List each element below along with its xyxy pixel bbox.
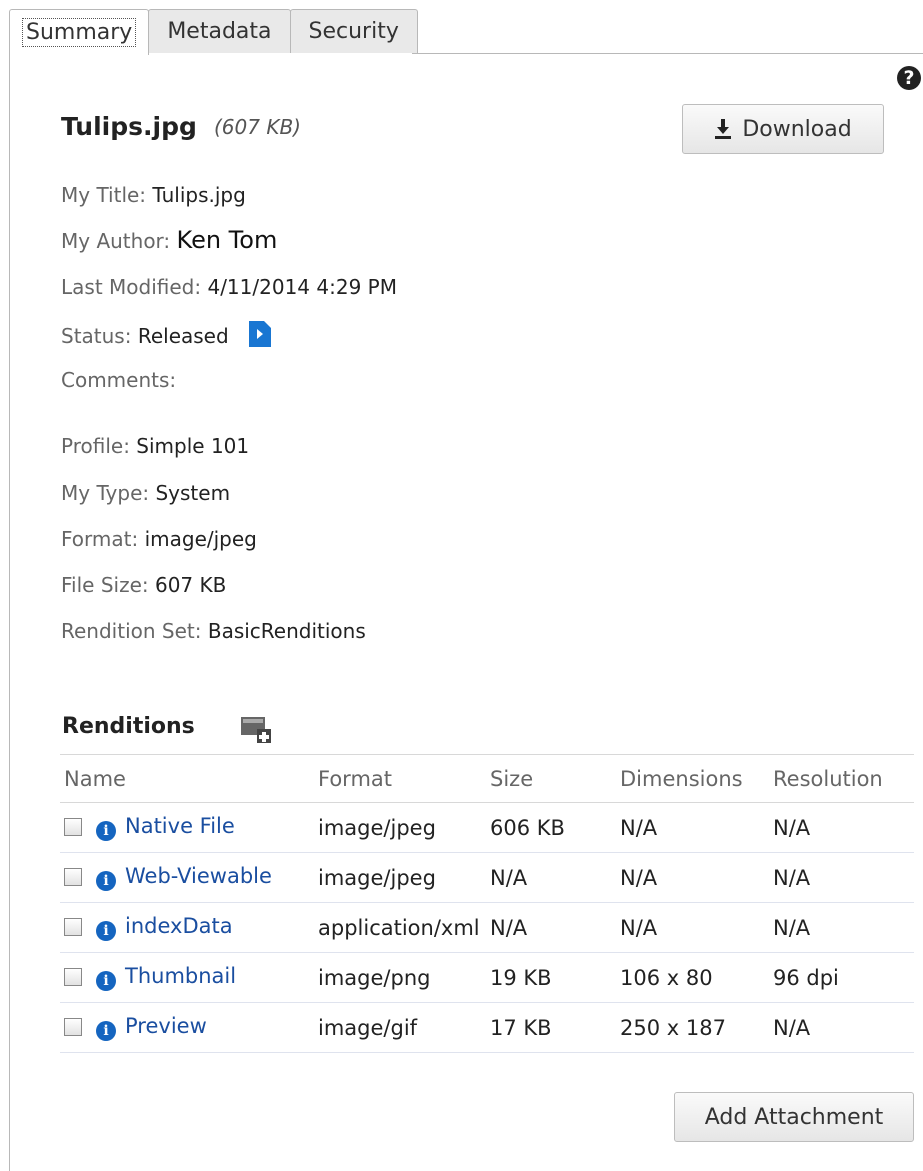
- rendition-name-cell: i Native File: [60, 802, 314, 853]
- tab-summary[interactable]: Summary: [9, 9, 150, 55]
- field-value: BasicRenditions: [207, 619, 366, 643]
- field-label: My Title:: [61, 183, 147, 207]
- format-cell: image/jpeg: [314, 802, 486, 853]
- field-label: My Author:: [61, 229, 171, 253]
- row-checkbox[interactable]: [64, 868, 82, 886]
- field-rendition-set: Rendition Set: BasicRenditions: [61, 619, 366, 643]
- field-label: Format:: [61, 527, 139, 551]
- download-icon: [715, 119, 732, 139]
- resolution-cell: N/A: [769, 852, 914, 903]
- field-label: Last Modified:: [61, 275, 202, 299]
- tab-metadata[interactable]: Metadata: [148, 9, 291, 53]
- format-cell: image/gif: [314, 1002, 486, 1053]
- resolution-cell: N/A: [769, 802, 914, 853]
- rendition-name-cell: i Preview: [60, 1002, 314, 1053]
- resolution-cell: 96 dpi: [769, 952, 914, 1003]
- field-last-modified: Last Modified: 4/11/2014 4:29 PM: [61, 275, 397, 299]
- column-header-size[interactable]: Size: [486, 754, 616, 803]
- help-icon[interactable]: ?: [897, 66, 921, 90]
- field-value: 4/11/2014 4:29 PM: [207, 275, 397, 299]
- field-value: Ken Tom: [176, 226, 278, 254]
- field-value: Tulips.jpg: [152, 183, 246, 207]
- rendition-name-cell: i indexData: [60, 902, 314, 953]
- dimensions-cell: N/A: [616, 902, 769, 953]
- workflow-arrow-icon[interactable]: [249, 321, 272, 352]
- info-icon[interactable]: i: [96, 971, 116, 991]
- field-value: Simple 101: [136, 434, 250, 458]
- panel-border: [9, 54, 10, 1171]
- file-name: Tulips.jpg: [61, 112, 197, 141]
- tab-security[interactable]: Security: [289, 9, 418, 53]
- tab-divider: [412, 53, 923, 54]
- column-header-dimensions[interactable]: Dimensions: [616, 754, 769, 803]
- column-header-resolution[interactable]: Resolution: [769, 754, 914, 803]
- download-label: Download: [742, 116, 852, 142]
- add-rendition-icon[interactable]: [241, 717, 273, 747]
- field-status: Status: Released: [61, 321, 272, 352]
- field-label: Comments:: [61, 368, 177, 392]
- field-title: My Title: Tulips.jpg: [61, 183, 246, 207]
- tab-summary-label: Summary: [22, 18, 137, 47]
- dimensions-cell: 106 x 80: [616, 952, 769, 1003]
- size-cell: 19 KB: [486, 952, 616, 1003]
- table-row: i Native File image/jpeg 606 KB N/A N/A: [60, 802, 914, 853]
- format-cell: image/png: [314, 952, 486, 1003]
- resolution-cell: N/A: [769, 1002, 914, 1053]
- info-icon[interactable]: i: [96, 921, 116, 941]
- table-row: i Web-Viewable image/jpeg N/A N/A N/A: [60, 852, 914, 903]
- renditions-heading: Renditions: [62, 714, 195, 739]
- field-value: Released: [137, 324, 229, 348]
- rendition-link[interactable]: Web-Viewable: [125, 864, 272, 888]
- field-value: System: [155, 481, 231, 505]
- rendition-name-cell: i Thumbnail: [60, 952, 314, 1003]
- rendition-link[interactable]: Native File: [125, 814, 235, 838]
- table-row: i indexData application/xml N/A N/A N/A: [60, 902, 914, 953]
- info-icon[interactable]: i: [96, 821, 116, 841]
- info-icon[interactable]: i: [96, 1021, 116, 1041]
- column-header-format[interactable]: Format: [314, 754, 486, 803]
- field-value: image/jpeg: [144, 527, 257, 551]
- rendition-link[interactable]: indexData: [125, 914, 233, 938]
- size-cell: N/A: [486, 852, 616, 903]
- add-attachment-button[interactable]: Add Attachment: [674, 1092, 914, 1142]
- rendition-link[interactable]: Preview: [125, 1014, 207, 1038]
- table-row: i Thumbnail image/png 19 KB 106 x 80 96 d…: [60, 952, 914, 1003]
- file-size-label: (607 KB): [214, 115, 301, 139]
- field-profile: Profile: Simple 101: [61, 434, 249, 458]
- size-cell: 17 KB: [486, 1002, 616, 1053]
- row-checkbox[interactable]: [64, 968, 82, 986]
- field-type: My Type: System: [61, 481, 230, 505]
- tab-bar: Summary Metadata Security: [9, 9, 418, 55]
- download-button[interactable]: Download: [682, 104, 884, 154]
- row-checkbox[interactable]: [64, 1018, 82, 1036]
- dimensions-cell: N/A: [616, 802, 769, 853]
- field-label: Profile:: [61, 434, 130, 458]
- field-file-size: File Size: 607 KB: [61, 573, 226, 597]
- row-checkbox[interactable]: [64, 918, 82, 936]
- row-checkbox[interactable]: [64, 818, 82, 836]
- field-label: My Type:: [61, 481, 150, 505]
- column-header-name[interactable]: Name: [60, 754, 314, 803]
- field-label: Rendition Set:: [61, 619, 202, 643]
- size-cell: 606 KB: [486, 802, 616, 853]
- size-cell: N/A: [486, 902, 616, 953]
- rendition-link[interactable]: Thumbnail: [125, 964, 236, 988]
- format-cell: image/jpeg: [314, 852, 486, 903]
- dimensions-cell: N/A: [616, 852, 769, 903]
- field-comments: Comments:: [61, 368, 176, 392]
- field-format: Format: image/jpeg: [61, 527, 257, 551]
- field-label: File Size:: [61, 573, 149, 597]
- info-icon[interactable]: i: [96, 871, 116, 891]
- resolution-cell: N/A: [769, 902, 914, 953]
- dimensions-cell: 250 x 187: [616, 1002, 769, 1053]
- rendition-name-cell: i Web-Viewable: [60, 852, 314, 903]
- field-author: My Author: Ken Tom: [61, 226, 277, 254]
- field-label: Status:: [61, 324, 132, 348]
- format-cell: application/xml: [314, 902, 486, 953]
- field-value: 607 KB: [154, 573, 227, 597]
- table-header-row: Name Format Size Dimensions Resolution: [60, 754, 914, 803]
- renditions-table: Name Format Size Dimensions Resolution i…: [60, 754, 914, 1053]
- table-row: i Preview image/gif 17 KB 250 x 187 N/A: [60, 1002, 914, 1053]
